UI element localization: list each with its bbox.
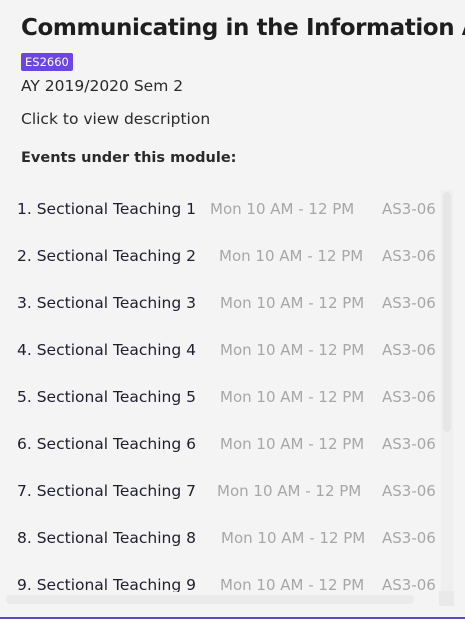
event-row[interactable]: 2. Sectional Teaching 2 Mon 10 AM - 12 P… [0, 235, 440, 282]
event-name: 9. Sectional Teaching 9 [17, 576, 197, 592]
event-venue: AS3-06 [382, 294, 436, 312]
event-time: Mon 10 AM - 12 PM [220, 388, 365, 406]
view-description-link[interactable]: Click to view description [21, 108, 210, 130]
event-venue: AS3-06 [382, 576, 436, 592]
event-name: 1. Sectional Teaching 1 [17, 200, 197, 218]
event-venue: AS3-06 [382, 341, 436, 359]
event-row[interactable]: 4. Sectional Teaching 4 Mon 10 AM - 12 P… [0, 329, 440, 376]
module-code-badge: ES2660 [21, 53, 73, 71]
event-name: 4. Sectional Teaching 4 [17, 341, 197, 359]
event-name: 3. Sectional Teaching 3 [17, 294, 197, 312]
event-row[interactable]: 9. Sectional Teaching 9 Mon 10 AM - 12 P… [0, 564, 440, 592]
event-row[interactable]: 7. Sectional Teaching 7 Mon 10 AM - 12 P… [0, 470, 440, 517]
event-name: 2. Sectional Teaching 2 [17, 247, 197, 265]
event-venue: AS3-06 [382, 388, 436, 406]
module-title: Communicating in the Information A [21, 15, 465, 41]
event-row[interactable]: 6. Sectional Teaching 6 Mon 10 AM - 12 P… [0, 423, 440, 470]
semester-label: AY 2019/2020 Sem 2 [21, 77, 184, 95]
event-name: 6. Sectional Teaching 6 [17, 435, 197, 453]
event-name: 5. Sectional Teaching 5 [17, 388, 197, 406]
event-venue: AS3-06 [382, 482, 436, 500]
event-time: Mon 10 AM - 12 PM [217, 482, 362, 500]
event-venue: AS3-06 [382, 200, 436, 218]
events-heading: Events under this module: [21, 150, 237, 166]
event-row[interactable]: 8. Sectional Teaching 8 Mon 10 AM - 12 P… [0, 517, 440, 564]
event-time: Mon 10 AM - 12 PM [221, 529, 366, 547]
event-time: Mon 10 AM - 12 PM [220, 435, 365, 453]
event-row[interactable]: 3. Sectional Teaching 3 Mon 10 AM - 12 P… [0, 282, 440, 329]
event-row[interactable]: 5. Sectional Teaching 5 Mon 10 AM - 12 P… [0, 376, 440, 423]
event-time: Mon 10 AM - 12 PM [219, 247, 364, 265]
event-name: 7. Sectional Teaching 7 [17, 482, 197, 500]
event-venue: AS3-06 [382, 529, 436, 547]
event-time: Mon 10 AM - 12 PM [210, 200, 355, 218]
module-detail-page: Communicating in the Information A ES266… [0, 0, 465, 619]
event-row[interactable]: 1. Sectional Teaching 1 Mon 10 AM - 12 P… [0, 188, 440, 235]
event-venue: AS3-06 [382, 435, 436, 453]
event-time: Mon 10 AM - 12 PM [220, 576, 365, 592]
events-list[interactable]: 1. Sectional Teaching 1 Mon 10 AM - 12 P… [0, 188, 440, 592]
event-venue: AS3-06 [382, 247, 436, 265]
vertical-scrollbar-thumb[interactable] [443, 192, 451, 432]
horizontal-scrollbar[interactable] [6, 595, 414, 604]
event-time: Mon 10 AM - 12 PM [220, 341, 365, 359]
event-time: Mon 10 AM - 12 PM [220, 294, 365, 312]
scrollbar-corner [439, 591, 454, 606]
event-name: 8. Sectional Teaching 8 [17, 529, 197, 547]
